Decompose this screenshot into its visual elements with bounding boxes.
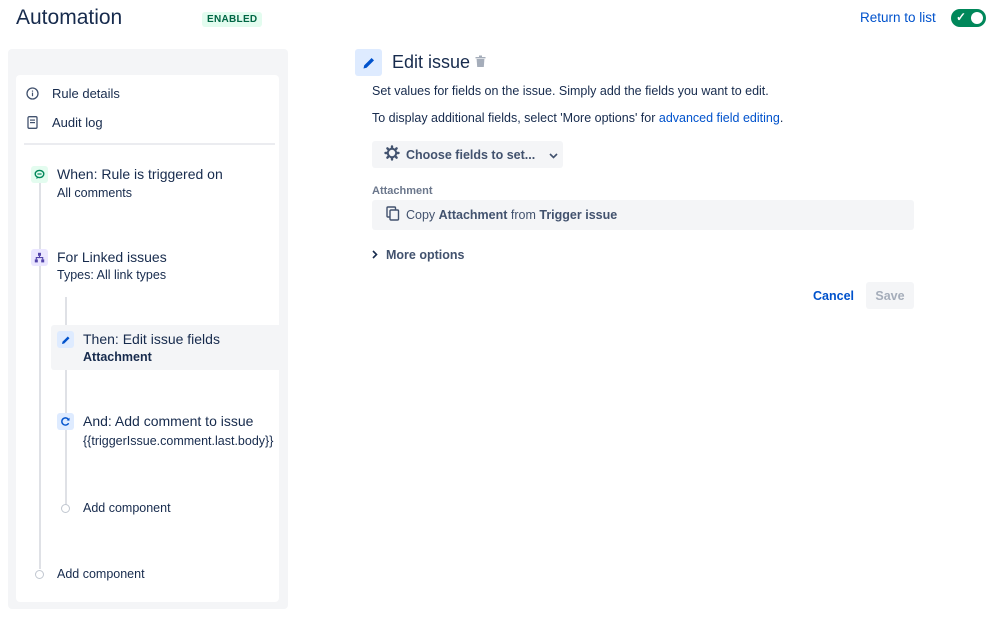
add-comment-step[interactable]: And: Add comment to issue {{triggerIssue…	[57, 413, 282, 453]
chevron-down-icon	[549, 148, 558, 162]
edit-issue-step-title: Then: Edit issue fields	[83, 331, 220, 347]
branch-icon	[31, 249, 48, 266]
branch-step[interactable]: For Linked issues Types: All link types	[31, 249, 276, 289]
chevron-right-icon	[372, 248, 378, 262]
copy-text: Copy	[406, 208, 439, 222]
add-comment-step-subtitle: {{triggerIssue.comment.last.body}}	[83, 434, 274, 448]
page-title: Automation	[16, 6, 123, 29]
rule-enabled-toggle[interactable]: ✓	[951, 9, 986, 27]
edit-issue-step[interactable]: Then: Edit issue fields Attachment	[57, 331, 282, 369]
editor-description: Set values for fields on the issue. Simp…	[372, 84, 769, 98]
trigger-title: When: Rule is triggered on	[57, 166, 223, 182]
add-component-branch[interactable]: Add component	[61, 501, 171, 515]
refresh-icon	[57, 413, 74, 430]
trash-icon[interactable]	[475, 55, 486, 73]
comment-trigger-icon	[31, 166, 48, 183]
branch-title: For Linked issues	[57, 249, 167, 265]
add-comment-step-title: And: Add comment to issue	[83, 413, 254, 429]
more-options-label: More options	[386, 248, 465, 262]
attachment-field-value: Copy Attachment from Trigger issue	[406, 208, 617, 222]
sidebar-divider	[24, 143, 275, 145]
add-component-dot	[35, 569, 44, 579]
field-label: Attachment	[372, 185, 433, 197]
choose-fields-button[interactable]: Choose fields to set...	[372, 141, 563, 168]
return-to-list-link[interactable]: Return to list	[860, 10, 936, 25]
toggle-knob	[971, 12, 983, 24]
copy-field-name: Attachment	[438, 208, 508, 222]
trigger-step[interactable]: When: Rule is triggered on All comments	[31, 166, 276, 206]
sidebar-item-label: Audit log	[52, 115, 103, 130]
add-component-label: Add component	[57, 567, 145, 581]
copy-source-name: Trigger issue	[539, 208, 618, 222]
pencil-icon	[355, 49, 382, 76]
attachment-field-row[interactable]: Copy Attachment from Trigger issue	[372, 200, 914, 230]
add-component-rule[interactable]: Add component	[35, 567, 145, 581]
more-options-toggle[interactable]: More options	[372, 248, 464, 262]
from-text: from	[507, 208, 540, 222]
add-component-dot	[61, 503, 70, 513]
check-icon: ✓	[956, 10, 967, 24]
rule-sidebar-card: Rule details Audit log When: Rule is tri…	[16, 75, 286, 602]
gear-icon	[384, 145, 400, 164]
status-badge: ENABLED	[202, 12, 263, 27]
sidebar-item-audit-log[interactable]: Audit log	[26, 115, 103, 130]
sidebar-item-rule-details[interactable]: Rule details	[26, 86, 120, 101]
cancel-button[interactable]: Cancel	[806, 282, 861, 309]
flow-connector-line	[39, 183, 41, 569]
add-component-label: Add component	[83, 501, 171, 515]
hint-suffix: .	[779, 111, 784, 125]
editor-more-options-hint: To display additional fields, select 'Mo…	[372, 111, 783, 125]
rule-sidebar: Rule details Audit log When: Rule is tri…	[8, 49, 288, 609]
advanced-field-editing-link[interactable]: advanced field editing	[659, 111, 780, 125]
save-button[interactable]: Save	[866, 282, 914, 309]
copy-icon	[386, 206, 400, 224]
branch-subtitle: Types: All link types	[57, 268, 167, 282]
choose-fields-label: Choose fields to set...	[406, 147, 536, 162]
document-icon	[26, 116, 39, 129]
component-title: Edit issue	[392, 52, 471, 72]
hint-text: To display additional fields, select 'Mo…	[372, 111, 659, 125]
pencil-icon	[57, 331, 74, 348]
info-icon	[26, 87, 39, 100]
trigger-subtitle: All comments	[57, 186, 133, 200]
edit-issue-step-subtitle: Attachment	[83, 350, 152, 364]
sidebar-item-label: Rule details	[52, 86, 120, 101]
